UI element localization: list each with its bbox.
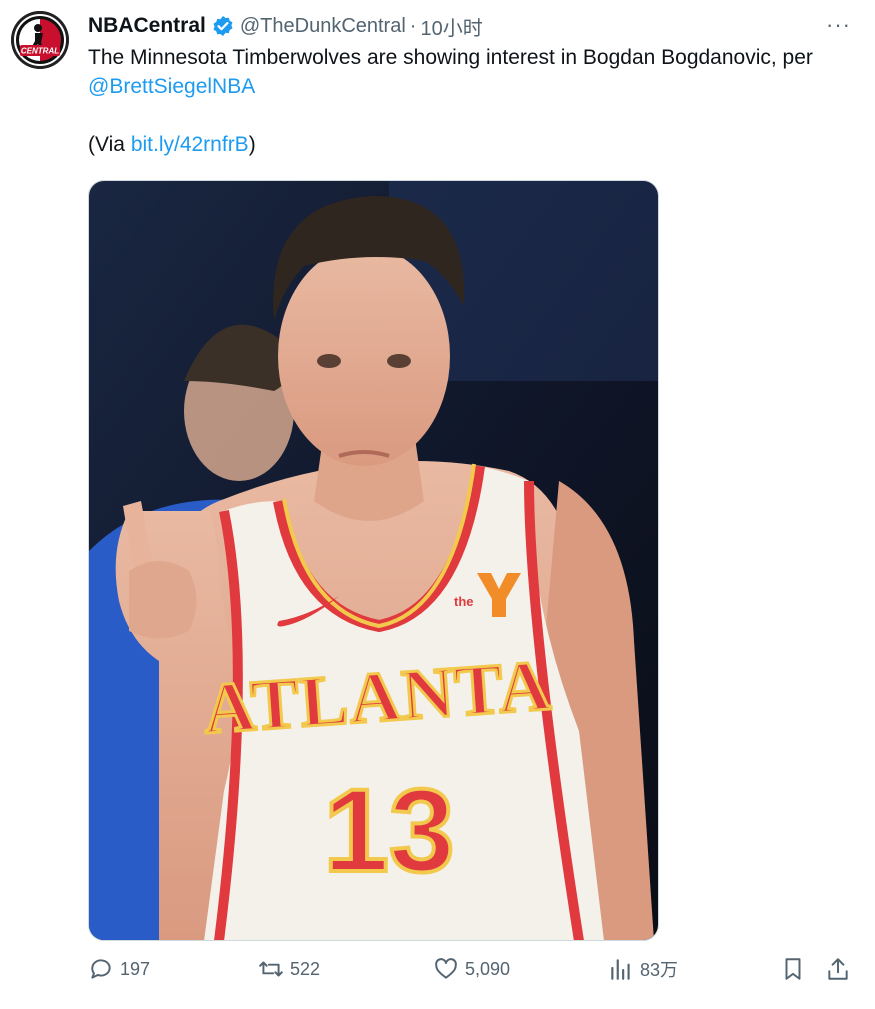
retweet-button[interactable]: 522 xyxy=(258,956,320,982)
tweet-text: The Minnesota Timberwolves are showing i… xyxy=(88,43,858,159)
via-prefix: (Via xyxy=(88,133,131,156)
heart-icon xyxy=(435,958,457,979)
nba-central-logo: CENTRAL xyxy=(11,11,69,69)
like-button[interactable]: 5,090 xyxy=(433,956,510,982)
like-count: 5,090 xyxy=(465,958,511,979)
via-line: (Via bit.ly/42rnfrB) xyxy=(88,130,858,159)
jersey-number-text: 13 xyxy=(323,765,454,897)
mention-link[interactable]: @BrettSiegelNBA xyxy=(88,75,255,98)
jersey-logo-text: the xyxy=(454,594,474,609)
via-link[interactable]: bit.ly/42rnfrB xyxy=(131,133,249,156)
bookmark-icon xyxy=(785,958,801,980)
separator-dot: · xyxy=(409,14,417,37)
reply-button[interactable]: 197 xyxy=(88,956,150,982)
tweet-header: NBACentral @TheDunkCentral · 10小时 xyxy=(88,12,855,40)
tweet-body: The Minnesota Timberwolves are showing i… xyxy=(88,43,858,101)
tweet-photo[interactable]: the ATLANTA 13 xyxy=(88,180,659,941)
more-options-icon[interactable]: ··· xyxy=(826,12,851,38)
views-chart-icon xyxy=(611,959,630,980)
share-icon xyxy=(828,958,848,980)
share-button[interactable] xyxy=(825,956,857,982)
retweet-count: 522 xyxy=(290,958,321,979)
author-name[interactable]: NBACentral xyxy=(88,14,206,38)
verified-badge-icon xyxy=(212,15,234,37)
reply-count: 197 xyxy=(120,958,151,979)
post-time[interactable]: 10小时 xyxy=(420,12,482,41)
author-avatar[interactable]: CENTRAL xyxy=(11,11,69,69)
bookmark-button[interactable] xyxy=(780,956,812,982)
reply-icon xyxy=(91,959,111,979)
tweet-actions: 197 522 5,090 83万 xyxy=(88,956,858,990)
author-handle[interactable]: @TheDunkCentral xyxy=(240,15,406,38)
views-button[interactable]: 83万 xyxy=(608,956,678,982)
views-count: 83万 xyxy=(640,960,679,980)
avatar-logo-text: CENTRAL xyxy=(21,47,59,56)
via-suffix: ) xyxy=(248,133,256,156)
tweet-text-main: The Minnesota Timberwolves are showing i… xyxy=(88,46,813,69)
player-photo: the ATLANTA 13 xyxy=(89,181,658,940)
retweet-icon xyxy=(259,961,283,977)
